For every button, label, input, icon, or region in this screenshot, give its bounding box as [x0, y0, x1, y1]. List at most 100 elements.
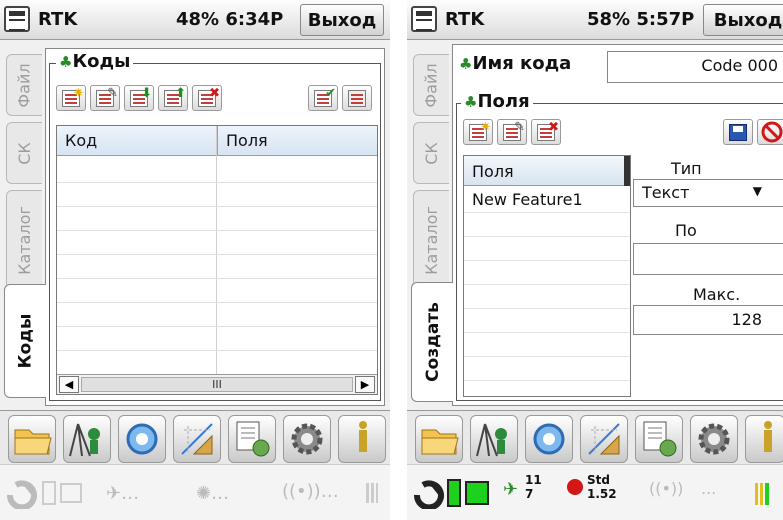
save-icon[interactable]: [723, 119, 753, 145]
row-divider: [57, 254, 377, 255]
view-icon[interactable]: [118, 415, 166, 463]
battery-time-status: 58% 5:57P: [587, 9, 695, 30]
receiver-connection-icon[interactable]: [6, 479, 40, 513]
solution-precision: 1.52: [587, 487, 617, 501]
data-sync-icon[interactable]: [228, 415, 276, 463]
deselect-button[interactable]: [342, 85, 372, 111]
row-divider: [464, 260, 630, 261]
add-field-button[interactable]: ✷: [463, 119, 493, 145]
cogo-icon[interactable]: [580, 415, 628, 463]
list-item[interactable]: New Feature1: [464, 188, 630, 212]
column-header-code[interactable]: Код: [57, 126, 105, 156]
survey-icon[interactable]: [63, 415, 111, 463]
device-status-bar: ✈ 11 7 Std 1.52 ((•)) ...: [407, 464, 783, 520]
signal-strength-icon: [755, 483, 769, 505]
row-divider: [57, 182, 377, 183]
import-codes-button[interactable]: ⬇: [124, 85, 154, 111]
radio-icon[interactable]: ((•))…: [282, 481, 339, 502]
start-menu-icon[interactable]: [411, 6, 437, 32]
app-name: RTK: [445, 9, 485, 30]
column-header-fields[interactable]: Поля: [217, 126, 276, 156]
solution-type: Std: [587, 473, 610, 487]
satellite-icon[interactable]: ✈…: [106, 483, 139, 504]
title-bar: RTK 48% 6:34P Выход: [0, 0, 390, 40]
tab-catalog[interactable]: Каталог: [413, 190, 449, 290]
solution-icon[interactable]: ✺…: [196, 483, 229, 504]
edit-field-button[interactable]: ✎: [497, 119, 527, 145]
data-sync-icon[interactable]: [635, 415, 683, 463]
row-divider: [57, 350, 377, 351]
scroll-left-arrow-icon[interactable]: ◀: [59, 376, 79, 393]
exit-button[interactable]: Выход: [703, 4, 783, 36]
row-divider: [464, 308, 630, 309]
fields-list: Поля New Feature1: [463, 155, 631, 397]
horizontal-scrollbar[interactable]: ◀ III ▶: [57, 374, 377, 394]
tab-catalog[interactable]: Каталог: [6, 190, 42, 290]
max-length-input[interactable]: 128: [633, 305, 783, 335]
delete-code-button[interactable]: ✖: [192, 85, 222, 111]
value-type-select[interactable]: Текст ▼: [633, 179, 783, 207]
tab-codes[interactable]: Коды: [4, 284, 46, 398]
row-divider: [464, 332, 630, 333]
receiver-connection-icon[interactable]: [413, 479, 447, 513]
row-divider: [57, 206, 377, 207]
title-bar: RTK 58% 5:57P Выход: [407, 0, 783, 40]
row-divider: [464, 380, 630, 381]
tab-file[interactable]: Файл: [413, 54, 449, 116]
row-divider: [57, 326, 377, 327]
view-icon[interactable]: [525, 415, 573, 463]
exit-button[interactable]: Выход: [300, 4, 384, 36]
codes-table-header: Код Поля: [57, 126, 377, 156]
info-icon[interactable]: [745, 415, 783, 463]
tab-file[interactable]: Файл: [6, 54, 42, 116]
info-icon[interactable]: [338, 415, 386, 463]
edit-code-button[interactable]: ✎: [90, 85, 120, 111]
list-scroll-indicator: [624, 156, 630, 186]
codes-panel: ♣Коды ✷ ✎ ⬇ ⬆ ✖ ✔ Код Поля ◀ III ▶: [45, 48, 385, 406]
code-name-input[interactable]: Code 000: [607, 51, 783, 83]
fields-list-header[interactable]: Поля: [464, 156, 630, 186]
solution-status-icon[interactable]: [567, 479, 583, 495]
scroll-thumb[interactable]: III: [81, 377, 353, 392]
controller-battery-icon: [465, 481, 489, 505]
satellite-icon[interactable]: ✈: [503, 479, 518, 500]
create-code-panel: ♣Имя кода Code 000 ♣Поля ✷ ✎ ✖ Поля New …: [452, 44, 783, 406]
value-type-selected: Текст: [642, 183, 690, 202]
row-divider: [57, 302, 377, 303]
dropdown-arrow-icon[interactable]: ▼: [753, 184, 762, 198]
row-divider: [57, 278, 377, 279]
tab-cs[interactable]: СК: [413, 122, 449, 184]
fields-tree-icon: ♣: [464, 93, 478, 111]
settings-gear-icon[interactable]: [283, 415, 331, 463]
row-divider: [464, 236, 630, 237]
cancel-icon[interactable]: [757, 119, 783, 145]
satellite-count: 11 7: [525, 473, 542, 501]
receiver-battery-icon: [447, 479, 461, 507]
start-menu-icon[interactable]: [4, 6, 30, 32]
scroll-right-arrow-icon[interactable]: ▶: [355, 376, 375, 393]
app-name: RTK: [38, 9, 78, 30]
folder-icon[interactable]: [8, 415, 56, 463]
delete-field-button[interactable]: ✖: [531, 119, 561, 145]
fields-group-title: ♣Поля: [461, 91, 533, 112]
tab-cs[interactable]: СК: [6, 122, 42, 184]
radio-ellipsis: ...: [701, 479, 717, 498]
survey-icon[interactable]: [470, 415, 518, 463]
new-code-button[interactable]: ✷: [56, 85, 86, 111]
row-divider: [464, 356, 630, 357]
codes-screen: RTK 48% 6:34P Выход Файл СК Каталог Коды…: [0, 0, 390, 520]
select-all-button[interactable]: ✔: [308, 85, 338, 111]
cogo-icon[interactable]: [173, 415, 221, 463]
create-code-screen: RTK 58% 5:57P Выход Файл СК Каталог Созд…: [407, 0, 783, 520]
default-value-input[interactable]: [633, 243, 783, 275]
code-tree-icon: ♣: [59, 53, 73, 71]
folder-icon[interactable]: [415, 415, 463, 463]
satellites-used: 7: [525, 487, 534, 501]
settings-gear-icon[interactable]: [690, 415, 738, 463]
battery-time-status: 48% 6:34P: [176, 9, 284, 30]
solution-info: Std 1.52: [587, 473, 617, 501]
codes-table: Код Поля ◀ III ▶: [56, 125, 378, 395]
tab-create[interactable]: Создать: [411, 282, 453, 402]
export-codes-button[interactable]: ⬆: [158, 85, 188, 111]
radio-icon[interactable]: ((•)): [649, 479, 683, 498]
